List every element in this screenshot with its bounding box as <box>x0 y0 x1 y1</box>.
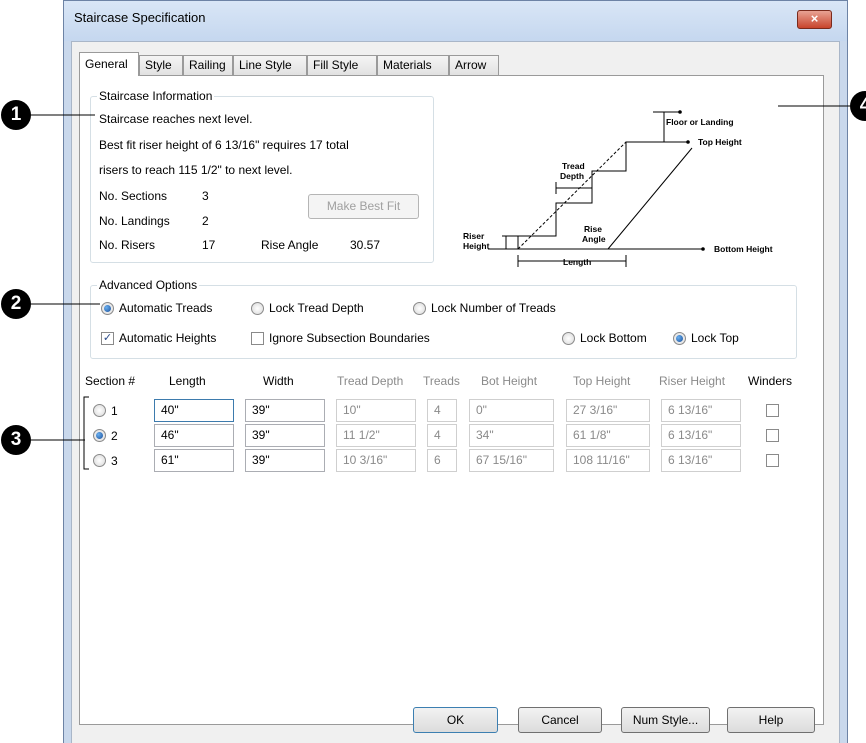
callout-leaders <box>31 105 850 441</box>
tab-general[interactable]: General <box>79 52 139 76</box>
